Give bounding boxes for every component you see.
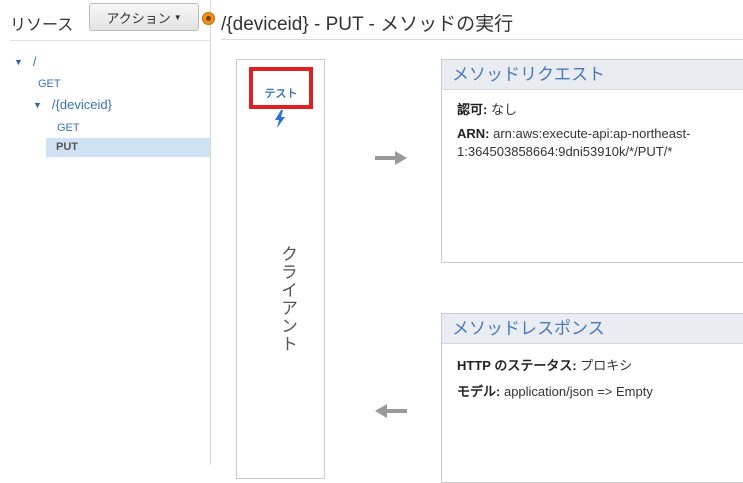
arn-value: arn:aws:execute-api:ap-northeast-1:36450… (457, 126, 691, 159)
test-button-label: テスト (264, 88, 298, 100)
test-button[interactable]: テスト (249, 67, 313, 109)
model-value: application/json => Empty (503, 384, 653, 399)
expand-triangle-icon[interactable]: ▼ (33, 100, 42, 110)
http-status-value: プロキシ (580, 358, 633, 373)
auth-key: 認可: (457, 102, 488, 117)
resources-sidebar: リソース アクション ▼ ▼ / GET ▼ /{deviceid} GET P… (0, 0, 211, 465)
arn-row: ARN: arn:aws:execute-api:ap-northeast-1:… (457, 125, 727, 161)
client-panel: テスト クライアント (236, 59, 325, 479)
title-divider (221, 39, 743, 40)
tree-method-deviceid-get[interactable]: GET (57, 122, 80, 134)
actions-button[interactable]: アクション ▼ (89, 3, 199, 31)
method-request-card: メソッドリクエスト 認可: なし ARN: arn:aws:execute-ap… (441, 59, 743, 263)
auth-value: なし (490, 102, 517, 117)
client-label: クライアント (278, 245, 297, 353)
model-row: モデル: application/json => Empty (457, 383, 743, 401)
actions-button-label: アクション (106, 10, 171, 26)
page-title: /{deviceid} - PUT - メソッドの実行 (221, 14, 514, 35)
chevron-down-icon: ▼ (173, 12, 182, 22)
model-key: モデル: (457, 384, 501, 399)
arrow-left-icon (375, 404, 407, 418)
tree-node-deviceid[interactable]: ▼ /{deviceid} (33, 97, 112, 112)
arn-key: ARN: (457, 126, 490, 141)
method-response-title[interactable]: メソッドレスポンス (442, 314, 743, 344)
tree-node-root-label: / (32, 54, 37, 69)
sidebar-divider (10, 40, 210, 41)
status-dot-icon (203, 13, 214, 24)
http-status-key: HTTP のステータス: (457, 358, 577, 373)
tree-method-put-label: PUT (56, 141, 78, 153)
auth-row: 認可: なし (457, 101, 743, 119)
arrow-right-icon (375, 151, 407, 165)
resources-title: リソース (10, 17, 74, 34)
http-status-row: HTTP のステータス: プロキシ (457, 357, 743, 375)
lightning-icon[interactable] (274, 110, 286, 128)
tree-method-root-get[interactable]: GET (38, 78, 61, 90)
expand-triangle-icon[interactable]: ▼ (14, 57, 23, 67)
method-request-title[interactable]: メソッドリクエスト (442, 60, 743, 90)
tree-node-deviceid-label: /{deviceid} (51, 97, 112, 112)
tree-method-deviceid-put[interactable]: PUT (46, 138, 210, 157)
method-response-card: メソッドレスポンス HTTP のステータス: プロキシ モデル: applica… (441, 313, 743, 483)
tree-node-root[interactable]: ▼ / (14, 54, 37, 69)
